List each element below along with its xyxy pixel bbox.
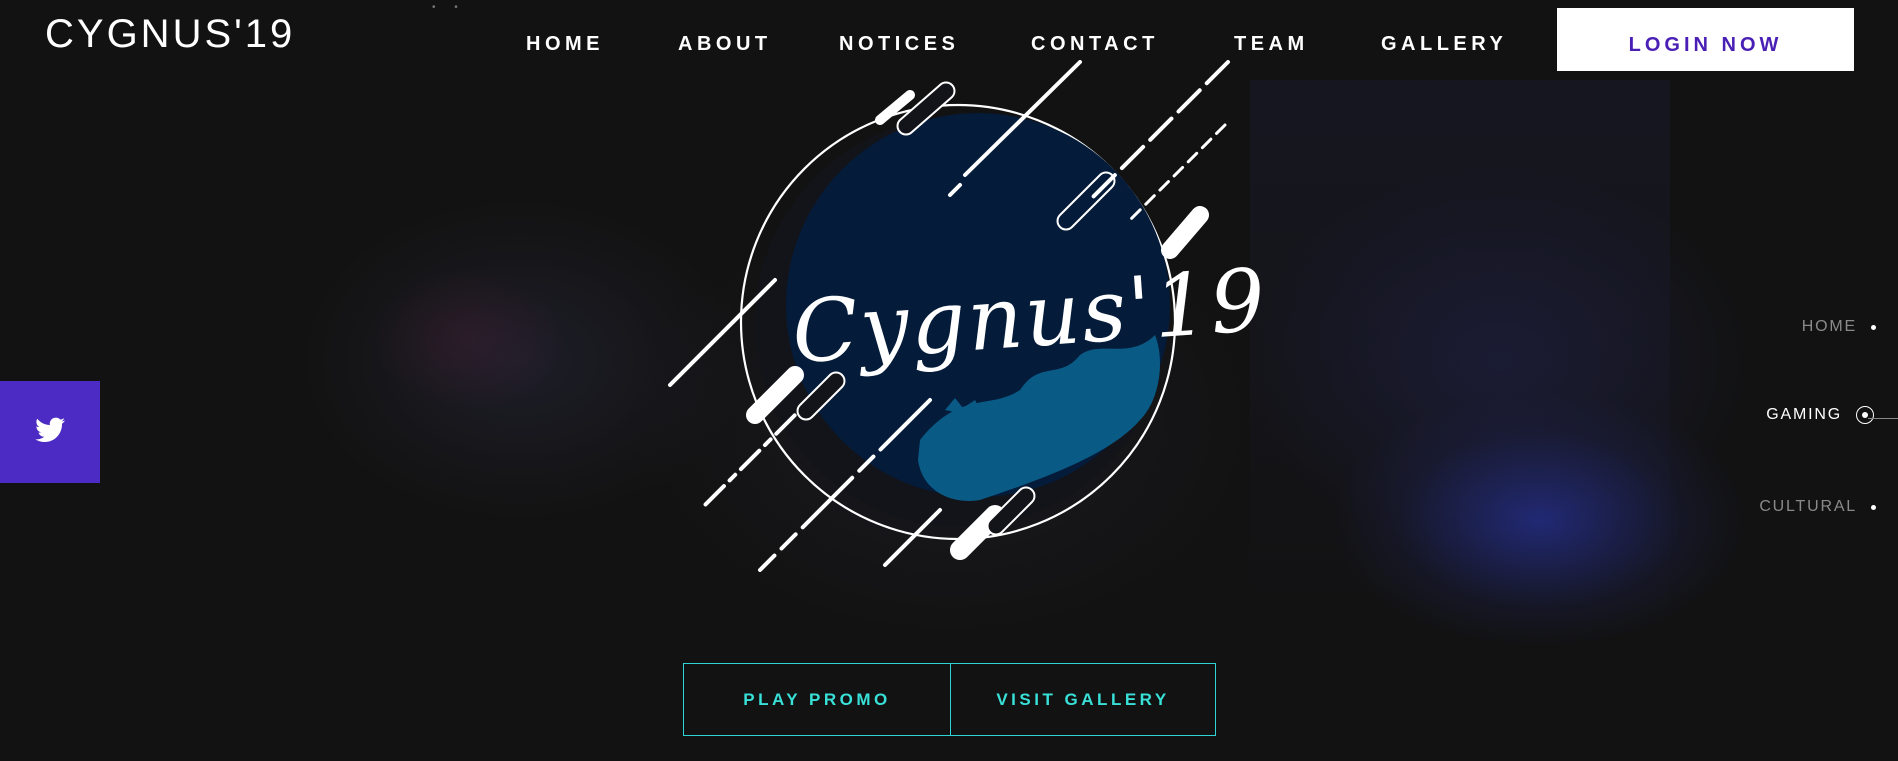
side-nav-gaming[interactable]: GAMING	[1766, 406, 1874, 424]
background-panel	[1250, 80, 1670, 640]
side-nav-active-ring	[1856, 406, 1874, 424]
twitter-button[interactable]	[0, 381, 100, 483]
brand-title[interactable]: CYGNUS'19	[45, 12, 295, 57]
side-nav-home[interactable]: HOME	[1802, 318, 1876, 336]
nav-notices[interactable]: NOTICES	[839, 33, 959, 56]
visit-gallery-button[interactable]: VISIT GALLERY	[950, 663, 1216, 736]
side-nav-dot	[1871, 324, 1876, 330]
side-nav-home-label: HOME	[1801, 318, 1857, 335]
side-nav-dot	[1871, 504, 1876, 510]
nav-home[interactable]: HOME	[526, 33, 604, 56]
cygnus-logo: Cygnus'19	[660, 60, 1270, 600]
section-side-nav: HOME GAMING CULTURAL	[1638, 300, 1898, 550]
twitter-icon	[35, 417, 65, 448]
side-nav-gaming-label: GAMING	[1766, 406, 1842, 423]
login-button[interactable]: LOGIN NOW	[1557, 8, 1854, 71]
decorative-dots: • •	[432, 2, 466, 13]
play-promo-button[interactable]: PLAY PROMO	[683, 663, 951, 736]
side-nav-connector	[1868, 418, 1898, 419]
nav-team[interactable]: TEAM	[1234, 33, 1309, 56]
nav-gallery[interactable]: GALLERY	[1381, 33, 1507, 56]
nav-contact[interactable]: CONTACT	[1031, 33, 1159, 56]
side-nav-cultural-label: CULTURAL	[1759, 498, 1857, 515]
side-nav-cultural[interactable]: CULTURAL	[1759, 498, 1876, 516]
nav-about[interactable]: ABOUT	[678, 33, 772, 56]
